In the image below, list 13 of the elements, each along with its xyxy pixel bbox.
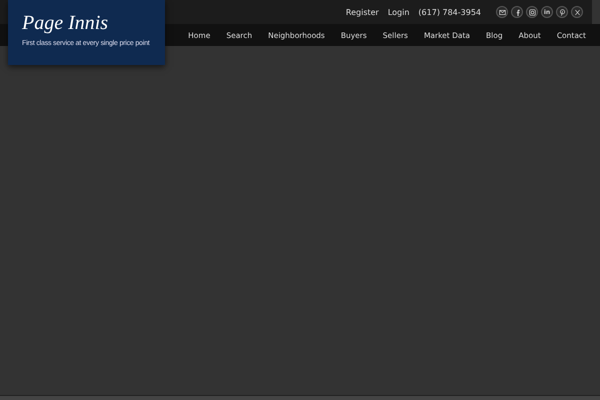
top-link[interactable]: Register xyxy=(346,8,379,16)
social-button[interactable] xyxy=(556,6,568,18)
instagram-icon xyxy=(528,8,536,16)
top-link[interactable]: (617) 784-3954 xyxy=(418,8,481,16)
social-button[interactable] xyxy=(496,6,508,18)
social-button[interactable] xyxy=(571,6,583,18)
top-link[interactable]: Login xyxy=(388,8,410,16)
x-icon xyxy=(574,8,580,16)
logo-title: Page Innis xyxy=(22,12,110,34)
pinterest-icon xyxy=(558,8,566,16)
social-button[interactable] xyxy=(526,6,538,18)
envelope-icon xyxy=(498,8,506,16)
social-button[interactable] xyxy=(511,6,523,18)
